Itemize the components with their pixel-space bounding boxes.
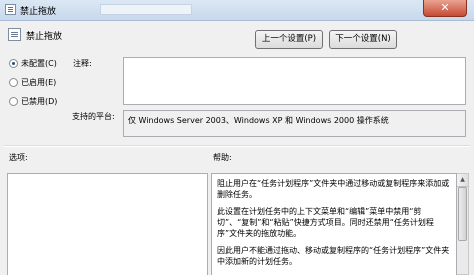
setting-title: 禁止拖放 bbox=[26, 32, 63, 42]
radio-not-configured[interactable]: 未配置(C) bbox=[9, 58, 57, 70]
radio-indicator-selected[interactable] bbox=[9, 59, 18, 68]
close-icon: ✕ bbox=[440, 1, 450, 14]
next-setting-button[interactable]: 下一个设置(N) bbox=[329, 30, 397, 49]
scroll-up-arrow-icon[interactable]: ▲ bbox=[457, 174, 468, 187]
previous-setting-button[interactable]: 上一个设置(P) bbox=[255, 30, 323, 49]
comment-textarea[interactable] bbox=[123, 57, 466, 105]
platform-label: 支持的平台: bbox=[72, 112, 115, 121]
title-bar: 禁止拖放 ✕ bbox=[0, 0, 474, 21]
window-title: 禁止拖放 bbox=[20, 7, 57, 17]
help-pane: 阻止用户在“任务计划程序”文件夹中通过移动或复制程序来添加或删除任务。 此设置在… bbox=[211, 173, 457, 275]
radio-indicator[interactable] bbox=[9, 97, 18, 106]
help-label: 帮助: bbox=[213, 153, 232, 162]
radio-disabled[interactable]: 已禁用(D) bbox=[9, 96, 57, 108]
divider bbox=[4, 145, 470, 147]
help-paragraph: 阻止用户在“任务计划程序”文件夹中通过移动或复制程序来添加或删除任务。 bbox=[217, 179, 450, 199]
platform-value: 仅 Windows Server 2003、Windows XP 和 Windo… bbox=[123, 110, 466, 137]
comment-label: 注释: bbox=[73, 59, 92, 68]
policy-icon bbox=[5, 4, 16, 15]
options-label: 选项: bbox=[9, 153, 28, 162]
radio-enabled[interactable]: 已启用(E) bbox=[9, 77, 56, 89]
help-paragraph: 此设置在计划任务中的上下文菜单和“编辑”菜单中禁用“剪切”、“复制”和“粘贴”快… bbox=[217, 207, 434, 238]
radio-label: 已禁用(D) bbox=[21, 97, 58, 106]
help-paragraph: 因此用户不能通过拖动、移动或复制程序的“任务计划程序”文件夹中添加新的计划任务。 bbox=[217, 246, 450, 266]
options-pane bbox=[7, 173, 208, 275]
help-scrollbar[interactable]: ▲ bbox=[457, 173, 469, 275]
background-window-field bbox=[100, 4, 192, 15]
radio-indicator[interactable] bbox=[9, 78, 18, 87]
close-button[interactable]: ✕ bbox=[423, 0, 467, 17]
scroll-thumb[interactable] bbox=[458, 187, 467, 241]
radio-label: 未配置(C) bbox=[21, 59, 57, 68]
setting-icon bbox=[8, 28, 21, 41]
radio-label: 已启用(E) bbox=[21, 78, 57, 87]
